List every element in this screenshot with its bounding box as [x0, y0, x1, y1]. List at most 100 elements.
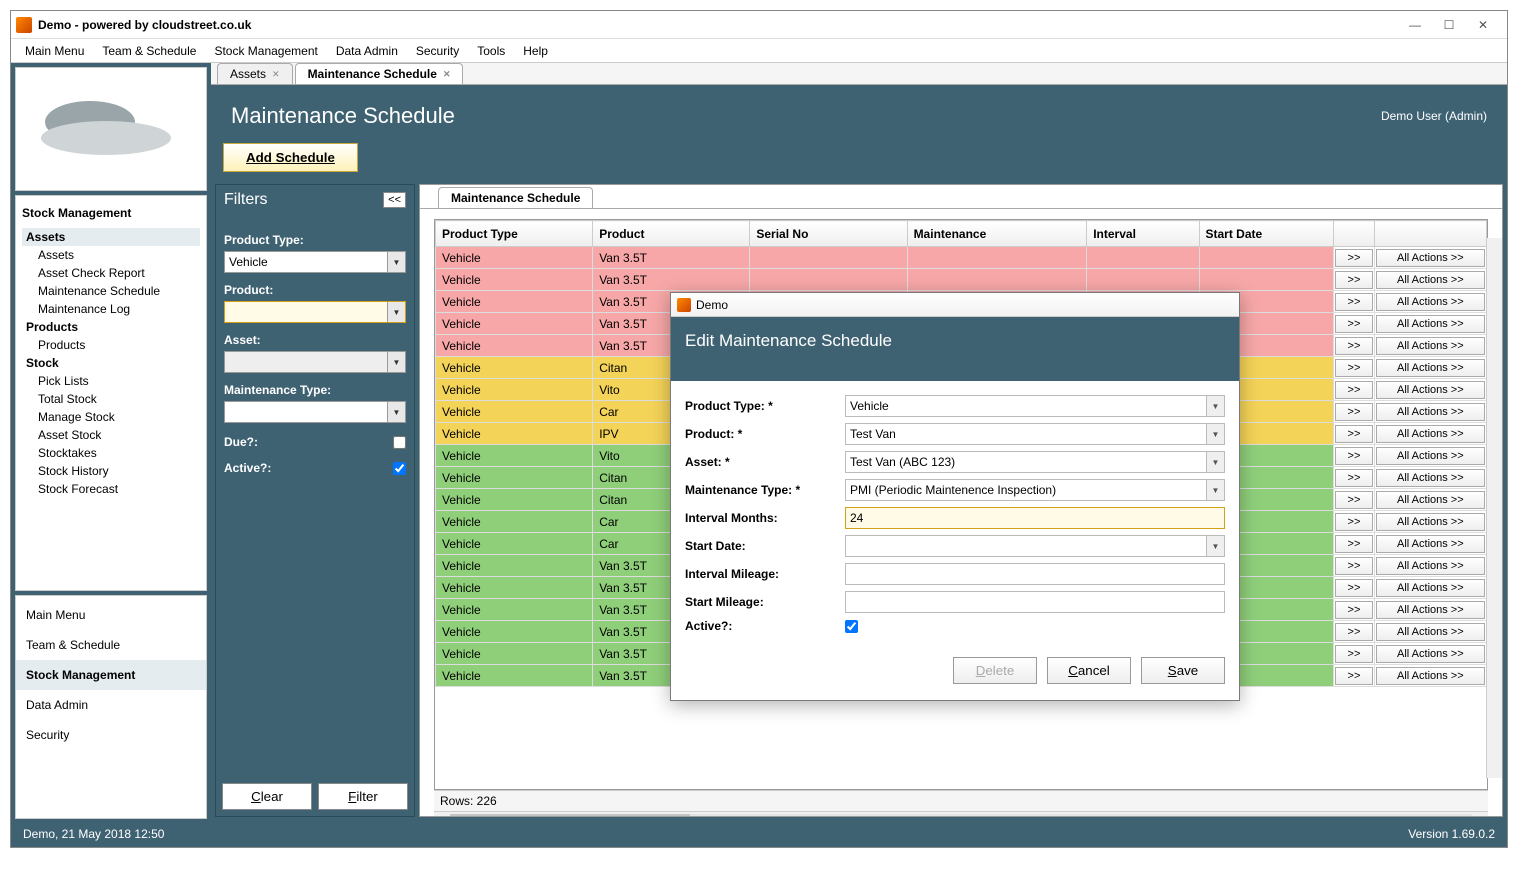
filter-product-select[interactable]: ▼ [224, 301, 406, 323]
filter-asset-select[interactable]: ▼ [224, 351, 406, 373]
tree-item[interactable]: Stocktakes [22, 444, 200, 462]
more-button[interactable]: >> [1335, 601, 1372, 619]
tree-item[interactable]: Asset Stock [22, 426, 200, 444]
menu-tools[interactable]: Tools [469, 41, 513, 61]
horizontal-scrollbar[interactable] [434, 811, 1488, 816]
tab-maintenance-schedule[interactable]: Maintenance Schedule✕ [295, 63, 464, 84]
tree-item[interactable]: Pick Lists [22, 372, 200, 390]
menu-stock[interactable]: Stock Management [206, 41, 325, 61]
close-icon[interactable]: ✕ [443, 69, 451, 80]
all-actions-button[interactable]: All Actions >> [1376, 359, 1485, 377]
column-header[interactable] [1334, 221, 1374, 247]
more-button[interactable]: >> [1335, 513, 1372, 531]
column-header[interactable]: Serial No [750, 221, 907, 247]
all-actions-button[interactable]: All Actions >> [1376, 601, 1485, 619]
menu-main[interactable]: Main Menu [17, 41, 92, 61]
filter-button[interactable]: Filter [318, 783, 408, 810]
all-actions-button[interactable]: All Actions >> [1376, 513, 1485, 531]
menu-team[interactable]: Team & Schedule [94, 41, 204, 61]
tree-item[interactable]: Maintenance Log [22, 300, 200, 318]
tree-item[interactable]: Maintenance Schedule [22, 282, 200, 300]
table-row[interactable]: VehicleVan 3.5T>>All Actions >> [436, 269, 1487, 291]
collapse-filters-button[interactable]: << [383, 192, 406, 208]
tree-item[interactable]: Manage Stock [22, 408, 200, 426]
close-button[interactable]: ✕ [1472, 17, 1494, 33]
dlg-maint-type-select[interactable]: PMI (Periodic Maintenence Inspection)▼ [845, 479, 1225, 501]
all-actions-button[interactable]: All Actions >> [1376, 447, 1485, 465]
all-actions-button[interactable]: All Actions >> [1376, 315, 1485, 333]
more-button[interactable]: >> [1335, 425, 1372, 443]
more-button[interactable]: >> [1335, 623, 1372, 641]
tree-header[interactable]: Stock [22, 354, 200, 372]
more-button[interactable]: >> [1335, 337, 1372, 355]
more-button[interactable]: >> [1335, 579, 1372, 597]
tree-item[interactable]: Asset Check Report [22, 264, 200, 282]
more-button[interactable]: >> [1335, 535, 1372, 553]
all-actions-button[interactable]: All Actions >> [1376, 469, 1485, 487]
minimize-button[interactable]: — [1404, 17, 1426, 33]
tree-item[interactable]: Stock Forecast [22, 480, 200, 498]
dialog-titlebar[interactable]: Demo [671, 293, 1239, 317]
nav-link[interactable]: Team & Schedule [16, 630, 206, 660]
cancel-button[interactable]: Cancel [1047, 657, 1131, 684]
tree-item[interactable]: Total Stock [22, 390, 200, 408]
tree-item[interactable]: Products [22, 336, 200, 354]
all-actions-button[interactable]: All Actions >> [1376, 403, 1485, 421]
column-header[interactable]: Maintenance [907, 221, 1087, 247]
all-actions-button[interactable]: All Actions >> [1376, 337, 1485, 355]
dlg-interval-mileage-input[interactable] [845, 563, 1225, 585]
more-button[interactable]: >> [1335, 645, 1372, 663]
all-actions-button[interactable]: All Actions >> [1376, 491, 1485, 509]
nav-link[interactable]: Main Menu [16, 600, 206, 630]
nav-link[interactable]: Security [16, 720, 206, 750]
filter-active-checkbox[interactable] [393, 462, 406, 475]
all-actions-button[interactable]: All Actions >> [1376, 579, 1485, 597]
menu-data[interactable]: Data Admin [328, 41, 406, 61]
column-header[interactable]: Start Date [1199, 221, 1334, 247]
column-header[interactable]: Product [593, 221, 750, 247]
filter-product-type-select[interactable]: Vehicle▼ [224, 251, 406, 273]
more-button[interactable]: >> [1335, 447, 1372, 465]
save-button[interactable]: Save [1141, 657, 1225, 684]
all-actions-button[interactable]: All Actions >> [1376, 535, 1485, 553]
menu-help[interactable]: Help [515, 41, 556, 61]
all-actions-button[interactable]: All Actions >> [1376, 667, 1485, 685]
all-actions-button[interactable]: All Actions >> [1376, 293, 1485, 311]
more-button[interactable]: >> [1335, 249, 1372, 267]
clear-button[interactable]: Clear [222, 783, 312, 810]
dlg-start-mileage-input[interactable] [845, 591, 1225, 613]
column-header[interactable]: Product Type [436, 221, 593, 247]
all-actions-button[interactable]: All Actions >> [1376, 425, 1485, 443]
add-schedule-button[interactable]: Add Schedule [223, 143, 358, 172]
more-button[interactable]: >> [1335, 557, 1372, 575]
dlg-product-type-select[interactable]: Vehicle▼ [845, 395, 1225, 417]
all-actions-button[interactable]: All Actions >> [1376, 271, 1485, 289]
tab-assets[interactable]: Assets✕ [217, 63, 293, 84]
dlg-start-date-input[interactable]: ▼ [845, 535, 1225, 557]
more-button[interactable]: >> [1335, 403, 1372, 421]
tree-item[interactable]: Stock History [22, 462, 200, 480]
more-button[interactable]: >> [1335, 359, 1372, 377]
filter-due-checkbox[interactable] [393, 436, 406, 449]
table-row[interactable]: VehicleVan 3.5T>>All Actions >> [436, 247, 1487, 269]
nav-link[interactable]: Stock Management [16, 660, 206, 690]
nav-link[interactable]: Data Admin [16, 690, 206, 720]
dlg-interval-months-input[interactable]: 24 [845, 507, 1225, 529]
dlg-active-checkbox[interactable] [845, 620, 858, 633]
vertical-scrollbar[interactable] [1486, 238, 1502, 778]
more-button[interactable]: >> [1335, 381, 1372, 399]
column-header[interactable]: Interval [1087, 221, 1199, 247]
tree-header[interactable]: Assets [22, 228, 200, 246]
menu-security[interactable]: Security [408, 41, 467, 61]
all-actions-button[interactable]: All Actions >> [1376, 249, 1485, 267]
more-button[interactable]: >> [1335, 293, 1372, 311]
maximize-button[interactable]: ☐ [1438, 17, 1460, 33]
all-actions-button[interactable]: All Actions >> [1376, 623, 1485, 641]
tree-header[interactable]: Products [22, 318, 200, 336]
more-button[interactable]: >> [1335, 469, 1372, 487]
dlg-asset-select[interactable]: Test Van (ABC 123)▼ [845, 451, 1225, 473]
tree-item[interactable]: Assets [22, 246, 200, 264]
all-actions-button[interactable]: All Actions >> [1376, 645, 1485, 663]
filter-maint-type-select[interactable]: ▼ [224, 401, 406, 423]
close-icon[interactable]: ✕ [272, 69, 280, 80]
